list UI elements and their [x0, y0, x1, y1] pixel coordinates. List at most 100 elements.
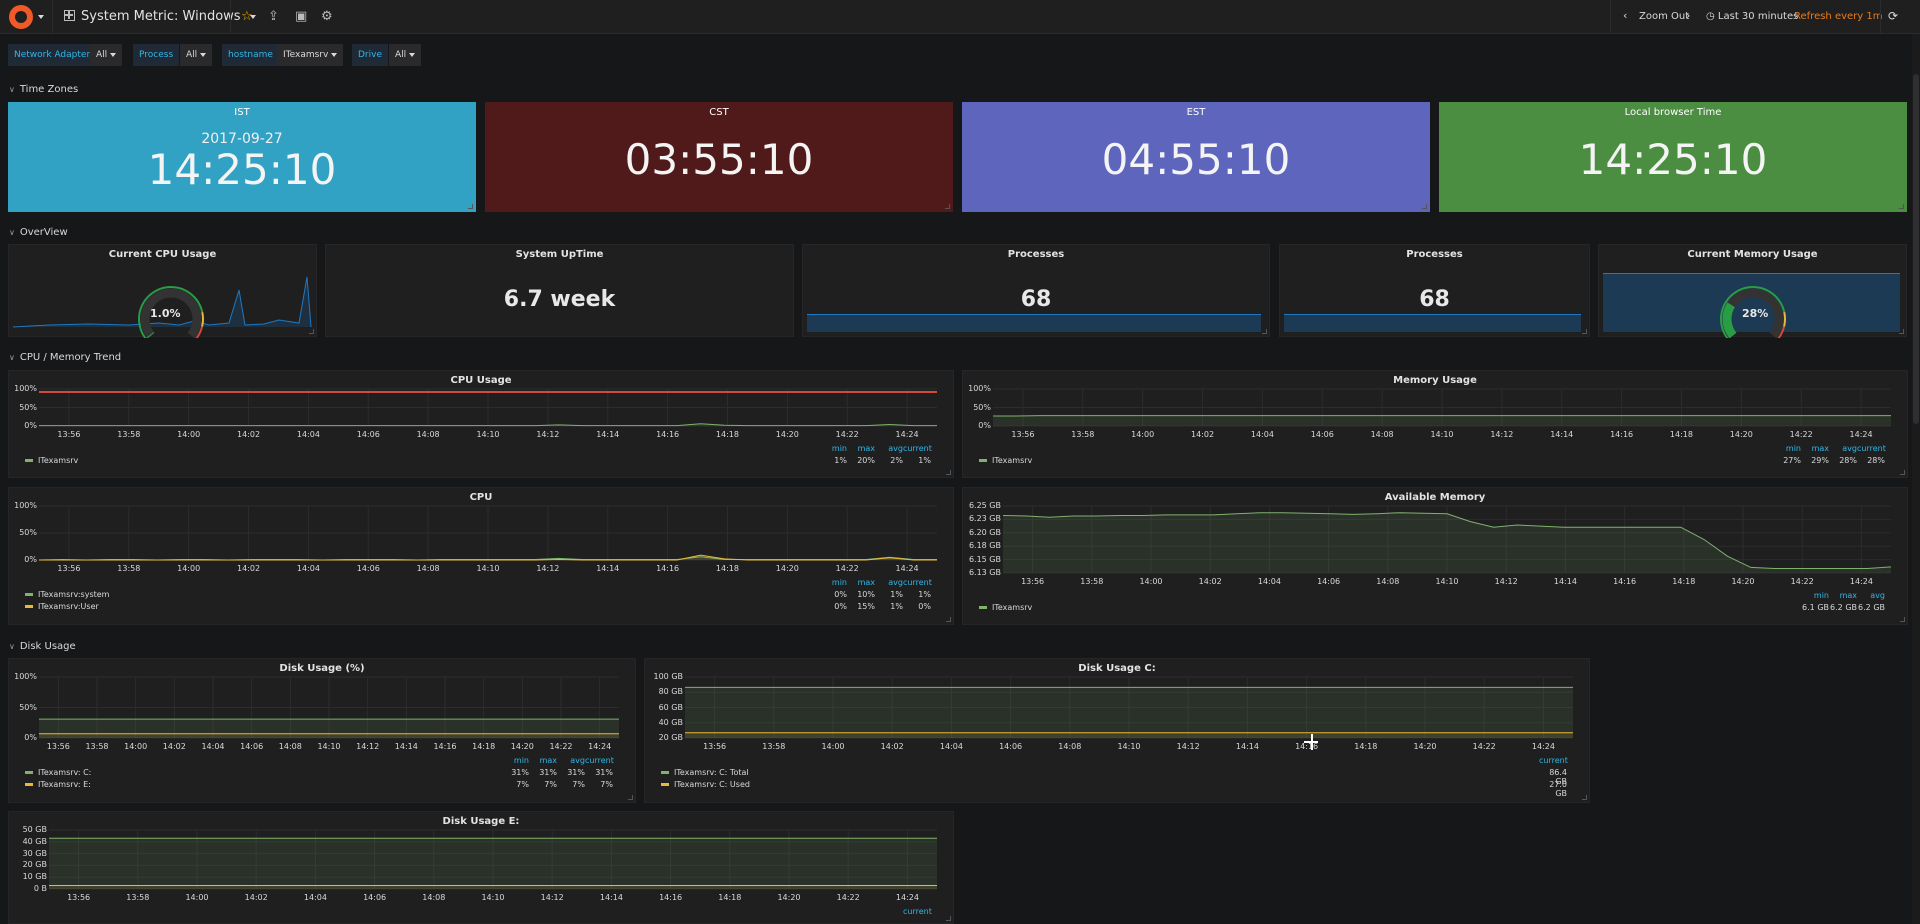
row-title: Time Zones	[19, 84, 79, 95]
refresh-interval-label[interactable]: Refresh every 1m	[1794, 11, 1882, 22]
legend-series-name: ITexamsrv:system	[38, 590, 110, 599]
chevron-down-icon	[110, 52, 117, 57]
legend-series-item[interactable]: ITexamsrv	[979, 456, 1032, 465]
legend-stat-value: 6.2 GB	[1858, 603, 1885, 612]
current-cpu-usage-panel[interactable]: Current CPU Usage 1.0%	[8, 244, 317, 338]
panel-resize-handle[interactable]	[309, 329, 314, 334]
variable-select-process[interactable]: All	[180, 44, 213, 66]
variable-select-drive[interactable]: All	[389, 44, 422, 66]
share-icon[interactable]: ⇪	[268, 9, 279, 24]
legend-series-item[interactable]: ITexamsrv:User	[25, 602, 99, 611]
cpu-graph-panel[interactable]: CPU 100% 50% 0% 13:56 13:58 14:00 14:02 14:04 14:…	[8, 487, 954, 625]
panel-resize-handle[interactable]	[1582, 329, 1587, 334]
star-icon[interactable]: ☆	[241, 9, 253, 24]
graph-plot	[38, 505, 937, 561]
legend-series-item[interactable]: ITexamsrv: C:	[25, 768, 91, 777]
x-tick-label: 14:22	[1789, 430, 1813, 439]
page-scrollbar[interactable]	[1912, 34, 1920, 924]
x-tick-label: 14:24	[895, 893, 919, 902]
x-tick-label: 14:20	[1413, 742, 1437, 751]
legend-header: min	[831, 578, 847, 587]
x-tick-label: 14:24	[1849, 430, 1873, 439]
save-icon[interactable]: ▣	[295, 9, 307, 24]
refresh-icon[interactable]: ⟳	[1888, 9, 1898, 23]
x-tick-label: 14:22	[835, 430, 859, 439]
processes-panel-1[interactable]: Processes 68	[802, 244, 1270, 337]
disk-usage-c-graph-panel[interactable]: Disk Usage C: 100 GB 80 GB 60 GB 40 GB 20 GB 1…	[644, 658, 1590, 803]
timezone-panel-est[interactable]: EST 04:55:10	[962, 102, 1430, 212]
legend-header: avg	[888, 578, 903, 587]
row-toggle-time-zones[interactable]: ∨ Time Zones	[9, 84, 78, 95]
disk-usage-percent-graph-panel[interactable]: Disk Usage (%) 100% 50% 0% 13:56 13:58 14:00 14…	[8, 658, 636, 803]
zoom-back-chevron-left-icon[interactable]: ‹	[1623, 9, 1627, 22]
legend-series-item[interactable]: ITexamsrv: E:	[25, 780, 91, 789]
x-tick-label: 14:02	[1198, 577, 1222, 586]
settings-gear-icon[interactable]: ⚙	[321, 9, 333, 24]
legend-series-item[interactable]: ITexamsrv	[25, 456, 78, 465]
timezone-panel-ist[interactable]: IST 2017-09-27 14:25:10	[8, 102, 476, 212]
legend-series-item[interactable]: ITexamsrv:system	[25, 590, 109, 599]
panel-resize-handle[interactable]	[1582, 795, 1587, 800]
logo-chevron-down-icon[interactable]	[38, 15, 44, 19]
panel-resize-handle[interactable]	[946, 916, 951, 921]
available-memory-graph-panel[interactable]: Available Memory 6.25 GB 6.23 GB 6.20 GB 6.1…	[962, 487, 1908, 625]
panel-resize-handle[interactable]	[628, 795, 633, 800]
x-tick-label: 13:56	[703, 742, 727, 751]
nav-divider	[1610, 0, 1611, 34]
panel-resize-handle[interactable]	[946, 470, 951, 475]
uptime-value: 6.7 week	[503, 287, 616, 312]
x-tick-label: 14:22	[1790, 577, 1814, 586]
grafana-logo-icon[interactable]	[9, 5, 33, 29]
y-tick-label: 6.25 GB	[968, 501, 1001, 510]
disk-usage-e-graph-panel[interactable]: Disk Usage E: 50 GB 40 GB 30 GB 20 GB 10 GB 0 …	[8, 811, 954, 924]
panel-resize-handle[interactable]	[468, 204, 473, 209]
timezone-panel-cst[interactable]: CST 03:55:10	[485, 102, 953, 212]
x-tick-label: 14:08	[1058, 742, 1082, 751]
y-tick-label: 6.18 GB	[968, 541, 1001, 551]
zoom-forward-chevron-right-icon[interactable]: ›	[1686, 9, 1690, 22]
system-uptime-panel[interactable]: System UpTime 6.7 week	[325, 244, 794, 337]
panel-resize-handle[interactable]	[945, 204, 950, 209]
x-tick-label: 13:58	[762, 742, 786, 751]
y-tick-label: 30 GB	[22, 848, 47, 858]
dashboard-title-button[interactable]: System Metric: Windows	[64, 9, 256, 24]
y-tick-label: 0%	[978, 421, 991, 430]
legend-stat-value: 0%	[834, 590, 847, 599]
current-memory-usage-panel[interactable]: Current Memory Usage 28%	[1598, 244, 1907, 338]
panel-resize-handle[interactable]	[946, 617, 951, 622]
panel-resize-handle[interactable]	[1900, 470, 1905, 475]
legend-stat-value: 0%	[918, 602, 931, 611]
legend-series-item[interactable]: ITexamsrv: C: Total	[661, 768, 749, 777]
x-tick-label: 14:16	[656, 430, 680, 439]
memory-usage-graph-panel[interactable]: Memory Usage 100% 50% 0% 13:56 13:58 14:00 14:0…	[962, 370, 1908, 478]
series-area	[1003, 512, 1891, 573]
panel-resize-handle[interactable]	[1899, 204, 1904, 209]
panel-resize-handle[interactable]	[1900, 617, 1905, 622]
legend-series-item[interactable]: ITexamsrv	[979, 603, 1032, 612]
x-tick-label: 14:02	[1191, 430, 1215, 439]
zoom-out-button[interactable]: Zoom Out	[1639, 11, 1689, 22]
x-tick-label: 14:08	[278, 742, 302, 751]
row-toggle-overview[interactable]: ∨ OverView	[9, 227, 68, 238]
cpu-usage-graph-panel[interactable]: CPU Usage 100% 50% 0% 13:56 13:58 14:00 14:02 14…	[8, 370, 954, 478]
processes-panel-2[interactable]: Processes 68	[1279, 244, 1590, 337]
row-toggle-disk[interactable]: ∨ Disk Usage	[9, 641, 76, 652]
x-tick-label: 14:02	[880, 742, 904, 751]
panel-resize-handle[interactable]	[1262, 329, 1267, 334]
variable-select-hostname[interactable]: ITexamsrv	[277, 44, 344, 66]
legend-series-name: ITexamsrv:User	[38, 602, 99, 611]
processes-sparkline	[807, 314, 1261, 332]
x-tick-label: 14:18	[472, 742, 496, 751]
panel-resize-handle[interactable]	[1422, 204, 1427, 209]
legend-series-item[interactable]: ITexamsrv: C: Used	[661, 780, 750, 789]
time-picker-button[interactable]: ◷ Last 30 minutes	[1706, 11, 1798, 22]
panel-resize-handle[interactable]	[1899, 329, 1904, 334]
timezone-panel-local[interactable]: Local browser Time 14:25:10	[1439, 102, 1907, 212]
x-tick-label: 13:58	[117, 430, 141, 439]
legend-header: current	[585, 756, 614, 765]
row-toggle-cpu-memory[interactable]: ∨ CPU / Memory Trend	[9, 352, 121, 363]
variable-select-network-adapter[interactable]: All	[90, 44, 123, 66]
scrollbar-thumb[interactable]	[1913, 74, 1919, 424]
legend-header: current	[903, 578, 932, 587]
x-tick-label: 14:20	[510, 742, 534, 751]
